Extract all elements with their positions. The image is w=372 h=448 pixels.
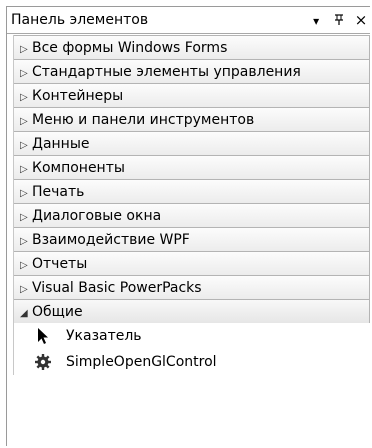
collapsed-arrow-icon: ▷ [20, 236, 28, 247]
category-label: Контейнеры [32, 88, 124, 104]
category-data[interactable]: ▷ Данные [14, 131, 370, 155]
category-standard-controls[interactable]: ▷ Стандартные элементы управления [14, 59, 370, 83]
category-label: Отчеты [32, 256, 88, 272]
category-label: Данные [32, 136, 90, 152]
collapsed-arrow-icon: ▷ [20, 68, 28, 79]
close-icon[interactable]: × [352, 7, 370, 33]
category-label: Стандартные элементы управления [32, 64, 301, 80]
tool-label: SimpleOpenGlControl [66, 354, 217, 370]
category-label: Печать [32, 184, 85, 200]
collapsed-arrow-icon: ▷ [20, 212, 28, 223]
panel-title: Панель элементов [11, 12, 149, 28]
category-vb-powerpacks[interactable]: ▷ Visual Basic PowerPacks [14, 275, 370, 299]
category-label: Все формы Windows Forms [32, 40, 228, 56]
category-dialogs[interactable]: ▷ Диалоговые окна [14, 203, 370, 227]
toolbox-items: ▷ Все формы Windows Forms ▷ Стандартные эл… [13, 35, 370, 375]
collapsed-arrow-icon: ▷ [20, 284, 28, 295]
category-reports[interactable]: ▷ Отчеты [14, 251, 370, 275]
category-components[interactable]: ▷ Компоненты [14, 155, 370, 179]
toolbox-panel: Панель элементов ▾ × ▷ Все формы Windows … [6, 6, 370, 446]
category-general[interactable]: ◢ Общие [14, 299, 370, 323]
category-all-windows-forms[interactable]: ▷ Все формы Windows Forms [14, 35, 370, 59]
collapsed-arrow-icon: ▷ [20, 260, 28, 271]
category-label: Общие [32, 304, 83, 320]
category-wpf-interop[interactable]: ▷ Взаимодействие WPF [14, 227, 370, 251]
window-position-dropdown-icon[interactable]: ▾ [307, 8, 325, 34]
category-label: Диалоговые окна [32, 208, 162, 224]
tool-label: Указатель [66, 328, 142, 344]
tool-simpleopenglcontrol[interactable]: SimpleOpenGlControl [14, 349, 370, 375]
collapsed-arrow-icon: ▷ [20, 188, 28, 199]
pin-icon [334, 14, 343, 25]
category-containers[interactable]: ▷ Контейнеры [14, 83, 370, 107]
category-label: Взаимодействие WPF [32, 232, 190, 248]
category-menus-toolbars[interactable]: ▷ Меню и панели инструментов [14, 107, 370, 131]
auto-hide-pin-icon[interactable] [330, 8, 348, 34]
collapsed-arrow-icon: ▷ [20, 92, 28, 103]
category-label: Visual Basic PowerPacks [32, 280, 202, 296]
collapsed-arrow-icon: ▷ [20, 116, 28, 127]
collapsed-arrow-icon: ▷ [20, 44, 28, 55]
collapsed-arrow-icon: ▷ [20, 164, 28, 175]
expanded-arrow-icon: ◢ [20, 308, 28, 319]
category-label: Меню и панели инструментов [32, 112, 255, 128]
pointer-arrow-icon [38, 328, 48, 344]
panel-title-controls: ▾ × [307, 7, 370, 33]
gear-icon [35, 354, 51, 370]
category-label: Компоненты [32, 160, 125, 176]
panel-titlebar: Панель элементов ▾ × [7, 7, 370, 34]
category-printing[interactable]: ▷ Печать [14, 179, 370, 203]
tool-pointer[interactable]: Указатель [14, 323, 370, 349]
collapsed-arrow-icon: ▷ [20, 140, 28, 151]
